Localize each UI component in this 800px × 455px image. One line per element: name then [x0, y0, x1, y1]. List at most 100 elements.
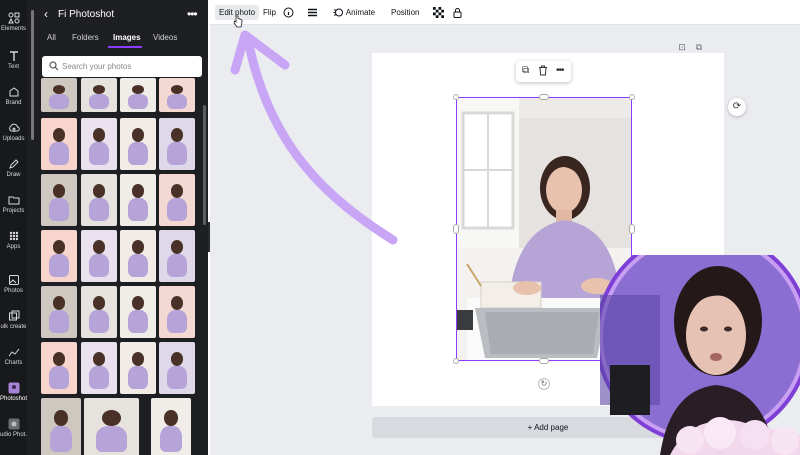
upload-cloud-icon: [8, 123, 20, 132]
image-thumbnail[interactable]: [159, 78, 195, 112]
draw-pen-icon: [8, 159, 19, 169]
search-icon: [49, 61, 59, 71]
image-grid: [41, 78, 202, 455]
image-thumbnail[interactable]: [120, 78, 156, 112]
rail-label: Brand: [5, 100, 22, 106]
more-options-icon[interactable]: •••: [187, 7, 198, 21]
resize-handle-sw[interactable]: [453, 358, 459, 364]
rail-item-charts[interactable]: Charts: [0, 346, 27, 366]
thumbnail-figure-body: [127, 253, 149, 277]
rail-item-elements[interactable]: Elements: [0, 12, 27, 32]
thumbnail-figure-head: [131, 296, 145, 310]
rail-item-brand[interactable]: Brand: [0, 86, 27, 106]
rail-item-photos[interactable]: Photos: [0, 274, 27, 294]
thumbnail-figure-body: [166, 197, 188, 221]
thumbnail-figure-body: [166, 365, 188, 389]
resize-handle-e[interactable]: [629, 224, 635, 234]
transparency-icon[interactable]: [433, 5, 444, 20]
image-thumbnail[interactable]: [84, 398, 139, 455]
thumbnail-figure-head: [92, 84, 106, 94]
image-thumbnail[interactable]: [81, 174, 117, 226]
image-thumbnail[interactable]: [41, 174, 77, 226]
bulk-create-icon: [8, 310, 19, 321]
trash-icon[interactable]: [538, 65, 548, 79]
rail-item-photoshot[interactable]: Photoshot: [0, 382, 27, 402]
rail-item-uploads[interactable]: Uploads: [0, 122, 27, 142]
resize-handle-s[interactable]: [539, 358, 549, 364]
image-thumbnail[interactable]: [41, 398, 81, 455]
tab-all[interactable]: All: [47, 33, 56, 42]
image-thumbnail[interactable]: [120, 174, 156, 226]
thumbnail-figure-head: [92, 352, 106, 366]
image-thumbnail[interactable]: [159, 286, 195, 338]
rail-item-bulk-create[interactable]: ulk create: [0, 310, 27, 330]
resize-handle-n[interactable]: [539, 94, 549, 100]
thumbnail-figure-body: [88, 141, 110, 165]
rail-item-text[interactable]: Text: [0, 50, 27, 70]
tab-folders[interactable]: Folders: [72, 33, 99, 42]
rail-label: Uploads: [2, 136, 25, 142]
image-thumbnail[interactable]: [151, 398, 191, 455]
image-thumbnail[interactable]: [81, 342, 117, 394]
image-thumbnail[interactable]: [41, 78, 77, 112]
image-thumbnail[interactable]: [41, 342, 77, 394]
thumbnail-figure-head: [170, 296, 184, 310]
image-thumbnail[interactable]: [41, 230, 77, 282]
image-thumbnail[interactable]: [120, 286, 156, 338]
lock-icon[interactable]: [452, 5, 463, 20]
flip-button[interactable]: Flip: [263, 5, 276, 20]
rail-label: Apps: [6, 244, 21, 250]
tab-images[interactable]: Images: [113, 33, 141, 42]
refresh-icon[interactable]: ⟳: [728, 98, 746, 116]
studio-photo-app-icon: [8, 418, 19, 430]
search-box[interactable]: [42, 56, 202, 77]
border-style-icon[interactable]: [307, 5, 318, 20]
more-icon[interactable]: •••: [556, 65, 564, 76]
thumbnail-figure-body: [48, 253, 70, 277]
thumbnail-figure-body: [48, 309, 70, 333]
image-thumbnail[interactable]: [120, 230, 156, 282]
image-thumbnail[interactable]: [159, 174, 195, 226]
image-thumbnail[interactable]: [120, 342, 156, 394]
resize-handle-nw[interactable]: [453, 94, 459, 100]
panel-scrollbar[interactable]: [203, 105, 206, 225]
rail-item-projects[interactable]: Projects: [0, 194, 27, 214]
info-icon[interactable]: [283, 5, 294, 20]
tab-videos[interactable]: Videos: [153, 33, 177, 42]
floating-element-toolbar: ⧉ •••: [516, 61, 571, 82]
thumbnail-figure-body: [166, 141, 188, 165]
image-thumbnail[interactable]: [81, 78, 117, 112]
image-thumbnail[interactable]: [159, 342, 195, 394]
animate-button[interactable]: Animate: [333, 5, 375, 20]
position-button[interactable]: Position: [391, 5, 419, 20]
duplicate-icon[interactable]: ⧉: [522, 65, 529, 76]
image-thumbnail[interactable]: [81, 230, 117, 282]
image-thumbnail[interactable]: [120, 118, 156, 170]
search-input[interactable]: [62, 56, 197, 77]
rotate-handle-icon[interactable]: ↻: [538, 378, 550, 390]
image-thumbnail[interactable]: [41, 286, 77, 338]
photos-icon: [8, 275, 19, 285]
thumbnail-figure-head: [54, 410, 68, 426]
rail-scrollbar[interactable]: [31, 10, 34, 140]
thumbnail-figure-head: [131, 184, 145, 198]
thumbnail-figure-body: [48, 141, 70, 165]
image-thumbnail[interactable]: [81, 118, 117, 170]
thumbnail-figure-head: [52, 240, 66, 254]
resize-handle-ne[interactable]: [629, 94, 635, 100]
image-thumbnail[interactable]: [159, 230, 195, 282]
image-thumbnail[interactable]: [81, 286, 117, 338]
rail-item-studio-photo[interactable]: udio Phot...: [0, 418, 30, 438]
active-tab-indicator: [108, 46, 142, 48]
side-rail: Elements Text Brand Uploads Draw Project…: [0, 0, 30, 455]
thumbnail-figure-body: [127, 93, 149, 109]
rail-label: Charts: [4, 360, 23, 366]
rail-item-apps[interactable]: Apps: [0, 230, 27, 250]
thumbnail-figure-head: [52, 128, 66, 142]
resize-handle-w[interactable]: [453, 224, 459, 234]
image-thumbnail[interactable]: [159, 118, 195, 170]
contextual-toolbar: Edit photo Flip Animate Position: [210, 0, 800, 25]
rail-item-draw[interactable]: Draw: [0, 158, 27, 178]
image-thumbnail[interactable]: [41, 118, 77, 170]
back-chevron-icon[interactable]: ‹: [44, 8, 48, 20]
